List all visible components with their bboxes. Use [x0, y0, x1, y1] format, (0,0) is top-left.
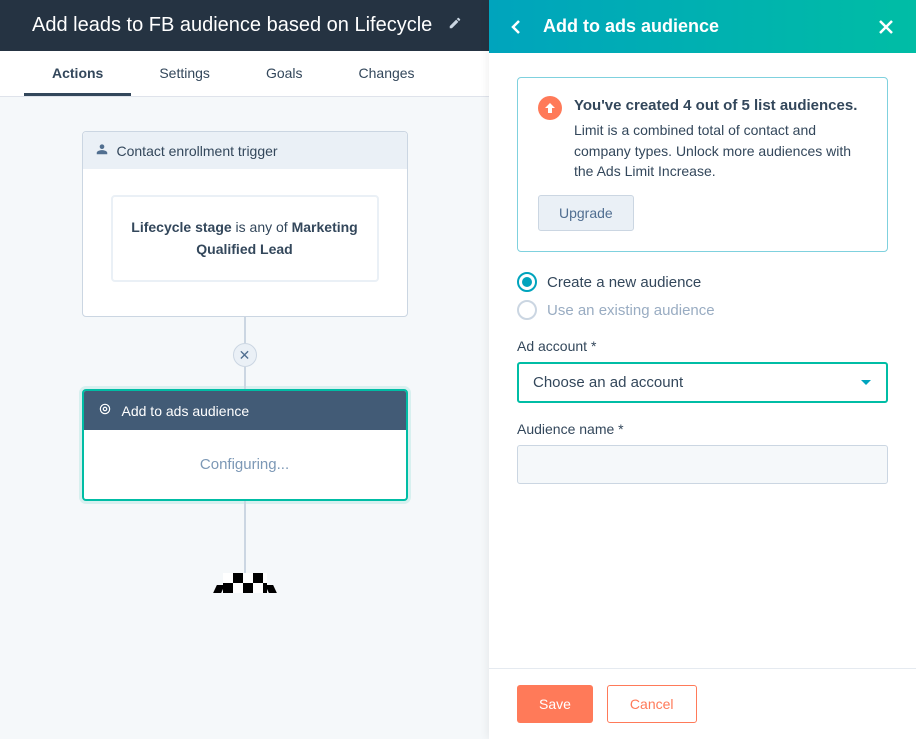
audience-icon [98, 402, 112, 419]
connector-line [244, 367, 246, 389]
radio-label: Create a new audience [547, 274, 701, 291]
radio-icon [517, 300, 537, 320]
back-button[interactable] [511, 19, 521, 35]
upgrade-button[interactable]: Upgrade [538, 195, 634, 231]
criteria-property: Lifecycle stage [131, 219, 231, 235]
close-panel-button[interactable] [878, 19, 894, 35]
tab-changes[interactable]: Changes [331, 51, 443, 96]
ad-account-select[interactable]: Choose an ad account [517, 362, 888, 403]
radio-icon [517, 272, 537, 292]
tab-label: Actions [52, 65, 103, 81]
trigger-body: Lifecycle stage is any of Marketing Qual… [83, 169, 407, 316]
tab-actions[interactable]: Actions [24, 51, 131, 96]
action-title: Add to ads audience [122, 403, 250, 419]
action-card-selected[interactable]: Add to ads audience Configuring... [82, 389, 408, 501]
panel-footer: Save Cancel [489, 668, 916, 739]
panel-title: Add to ads audience [543, 16, 856, 37]
edit-title-icon[interactable] [448, 16, 462, 35]
audience-name-input[interactable] [517, 445, 888, 484]
trigger-title: Contact enrollment trigger [117, 143, 278, 159]
upgrade-arrow-icon [538, 96, 562, 120]
criteria-verb: is any of [232, 219, 292, 235]
action-card-header: Add to ads audience [84, 391, 406, 430]
side-panel: Add to ads audience You've created 4 out… [489, 0, 916, 739]
select-placeholder: Choose an ad account [533, 374, 683, 391]
tab-settings[interactable]: Settings [131, 51, 238, 96]
cancel-button[interactable]: Cancel [607, 685, 697, 723]
notice-body: Limit is a combined total of contact and… [574, 120, 867, 181]
trigger-card[interactable]: Contact enrollment trigger Lifecycle sta… [82, 131, 408, 317]
panel-header: Add to ads audience [489, 0, 916, 53]
trigger-card-header: Contact enrollment trigger [83, 132, 407, 169]
caret-down-icon [860, 374, 872, 391]
radio-create-audience[interactable]: Create a new audience [517, 272, 888, 292]
action-status: Configuring... [84, 430, 406, 499]
radio-label: Use an existing audience [547, 302, 715, 319]
panel-body: You've created 4 out of 5 list audiences… [489, 53, 916, 668]
limit-notice: You've created 4 out of 5 list audiences… [517, 77, 888, 252]
ad-account-label: Ad account * [517, 338, 888, 354]
person-icon [95, 142, 109, 159]
trigger-criteria[interactable]: Lifecycle stage is any of Marketing Qual… [111, 195, 379, 282]
tab-label: Settings [159, 65, 210, 81]
connector-line [244, 501, 246, 573]
workflow-title: Add leads to FB audience based on Lifecy… [32, 14, 432, 37]
canvas-area: Contact enrollment trigger Lifecycle sta… [0, 97, 489, 739]
remove-node-button[interactable]: ✕ [233, 343, 257, 367]
save-button[interactable]: Save [517, 685, 593, 723]
notice-heading: You've created 4 out of 5 list audiences… [574, 96, 867, 116]
tab-bar: Actions Settings Goals Changes [0, 51, 489, 97]
connector-line [244, 317, 246, 343]
tab-label: Goals [266, 65, 303, 81]
tab-goals[interactable]: Goals [238, 51, 331, 96]
audience-name-label: Audience name * [517, 421, 888, 437]
tab-label: Changes [359, 65, 415, 81]
workflow-end-flag-icon [223, 573, 267, 593]
workflow-header: Add leads to FB audience based on Lifecy… [0, 0, 489, 51]
radio-existing-audience[interactable]: Use an existing audience [517, 300, 888, 320]
workflow-canvas-pane: Add leads to FB audience based on Lifecy… [0, 0, 489, 739]
